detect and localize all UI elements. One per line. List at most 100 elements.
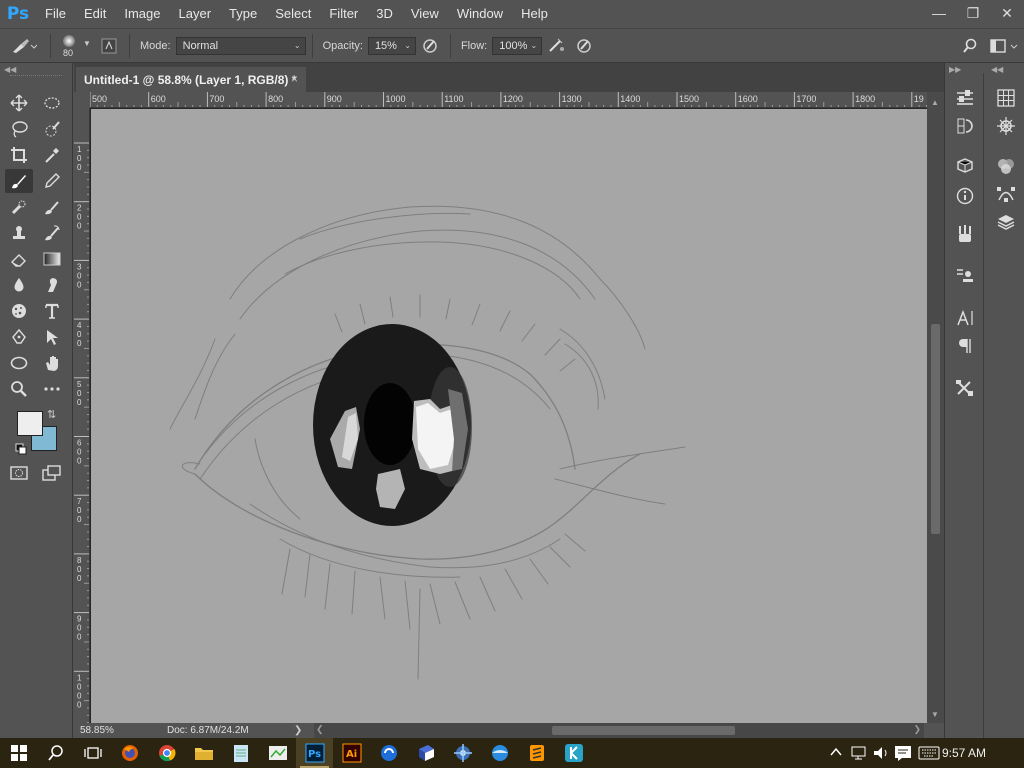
brush-size-picker[interactable]: 80 ▼ <box>57 31 95 61</box>
menu-filter[interactable]: Filter <box>320 0 367 28</box>
pressure-opacity-icon[interactable] <box>416 32 444 60</box>
default-colors-icon[interactable] <box>15 443 27 458</box>
brush-tool[interactable] <box>5 169 33 193</box>
menu-select[interactable]: Select <box>266 0 320 28</box>
layers-panel-button[interactable] <box>991 209 1021 235</box>
swatches-panel-button[interactable] <box>991 85 1021 111</box>
vertical-ruler[interactable]: 1002003004005006007008009001000 <box>74 108 90 723</box>
taskbar-app-globe[interactable] <box>481 738 518 768</box>
taskbar-notepad[interactable] <box>222 738 259 768</box>
start-button[interactable] <box>0 738 37 768</box>
history-brush-tool[interactable] <box>38 195 66 219</box>
restore-icon[interactable]: ❐ <box>956 0 990 26</box>
horizontal-ruler[interactable]: 500 600 700 800 900 1000 1100 1200 1300 1400 1500 1… <box>90 92 943 108</box>
volume-icon[interactable] <box>872 745 890 764</box>
ruler-origin[interactable] <box>74 92 90 108</box>
taskbar-app-sublime[interactable] <box>518 738 555 768</box>
scroll-down-icon[interactable]: ▼ <box>931 710 939 719</box>
taskbar-firefox[interactable] <box>111 738 148 768</box>
dodge-tool[interactable] <box>38 273 66 297</box>
eraser-tool[interactable] <box>5 247 33 271</box>
minimize-icon[interactable]: — <box>922 0 956 26</box>
path-selection-tool[interactable] <box>38 325 66 349</box>
properties-panel-button[interactable] <box>950 85 980 111</box>
3d-panel-button[interactable] <box>950 153 980 179</box>
gradient-tool[interactable] <box>38 247 66 271</box>
foreground-color-swatch[interactable] <box>17 411 43 436</box>
scroll-left-icon[interactable]: ❮ <box>316 724 324 735</box>
eyedropper-tool[interactable] <box>38 143 66 167</box>
opacity-field[interactable]: 15% ⌄ <box>367 36 416 55</box>
navigator-panel-button[interactable] <box>991 113 1021 139</box>
healing-tool[interactable] <box>5 195 33 219</box>
mode-dropdown[interactable]: Normal ⌄ <box>175 36 306 55</box>
taskbar-illustrator[interactable]: Ai <box>333 738 370 768</box>
pressure-size-icon[interactable] <box>570 32 598 60</box>
search-icon[interactable] <box>956 32 984 60</box>
close-icon[interactable]: ✕ <box>990 0 1024 26</box>
taskbar-app-book[interactable] <box>407 738 444 768</box>
screen-mode-tool[interactable] <box>38 461 66 485</box>
paragraph-panel-button[interactable] <box>950 333 980 359</box>
scroll-right-icon[interactable]: ❯ <box>913 724 921 735</box>
taskbar-paint[interactable] <box>259 738 296 768</box>
document-tab[interactable]: Untitled-1 @ 58.8% (Layer 1, RGB/8) * × <box>76 67 306 92</box>
zoom-tool[interactable] <box>5 377 33 401</box>
brush-settings-icon[interactable] <box>95 32 123 60</box>
sponge-tool[interactable] <box>5 299 33 323</box>
workspace-switcher-icon[interactable] <box>984 32 1024 60</box>
menu-type[interactable]: Type <box>220 0 266 28</box>
clone-source-panel-button[interactable] <box>950 263 980 289</box>
adjustments-panel-button[interactable] <box>950 113 980 139</box>
taskbar-photoshop[interactable]: Ps <box>296 738 333 768</box>
color-panel-button[interactable] <box>991 153 1021 179</box>
taskbar-app-k[interactable] <box>555 738 592 768</box>
menu-window[interactable]: Window <box>448 0 512 28</box>
quick-mask-tool[interactable] <box>5 461 33 485</box>
collapse-icon[interactable]: ◀◀ <box>4 65 16 74</box>
vertical-scrollbar[interactable]: ▲ ▼ <box>927 92 944 723</box>
crop-tool[interactable] <box>5 143 33 167</box>
pencil-tool[interactable] <box>38 169 66 193</box>
show-hidden-icons[interactable] <box>830 745 842 762</box>
keyboard-icon[interactable] <box>918 746 940 763</box>
status-menu-arrow[interactable]: ❯ <box>294 725 302 736</box>
scrollbar-thumb[interactable] <box>931 324 940 534</box>
lasso-tool[interactable] <box>5 117 33 141</box>
search-button[interactable] <box>37 738 74 768</box>
blur-tool[interactable] <box>5 273 33 297</box>
move-tool[interactable] <box>5 91 33 115</box>
scrollbar-thumb[interactable] <box>552 726 735 735</box>
menu-view[interactable]: View <box>402 0 448 28</box>
paths-panel-button[interactable] <box>991 181 1021 207</box>
taskbar-app-gear[interactable] <box>444 738 481 768</box>
taskbar-app-blue[interactable] <box>370 738 407 768</box>
quick-selection-tool[interactable] <box>38 117 66 141</box>
menu-help[interactable]: Help <box>512 0 557 28</box>
network-icon[interactable] <box>850 745 868 764</box>
zoom-level[interactable]: 58.85% <box>74 725 119 736</box>
menu-image[interactable]: Image <box>115 0 169 28</box>
info-panel-button[interactable] <box>950 183 980 209</box>
smudge-tool[interactable] <box>38 221 66 245</box>
canvas[interactable] <box>91 109 927 723</box>
airbrush-icon[interactable] <box>542 32 570 60</box>
horizontal-scrollbar[interactable]: ❮ ❯ <box>314 723 924 738</box>
brush-preset-icon[interactable] <box>0 31 44 61</box>
scroll-up-icon[interactable]: ▲ <box>931 98 939 107</box>
menu-3d[interactable]: 3D <box>367 0 402 28</box>
type-tool[interactable] <box>38 299 66 323</box>
character-panel-button[interactable] <box>950 305 980 331</box>
marquee-tool[interactable] <box>38 91 66 115</box>
menu-edit[interactable]: Edit <box>75 0 115 28</box>
close-tab-icon[interactable]: × <box>291 72 298 86</box>
brushes-panel-button[interactable] <box>950 221 980 247</box>
ellipse-tool[interactable] <box>5 351 33 375</box>
taskbar-clock[interactable]: 9:57 AM <box>942 738 986 768</box>
notification-icon[interactable] <box>894 745 912 764</box>
tool-presets-panel-button[interactable] <box>950 375 980 401</box>
taskbar-file-explorer[interactable] <box>185 738 222 768</box>
flow-field[interactable]: 100% ⌄ <box>492 36 543 55</box>
menu-layer[interactable]: Layer <box>170 0 221 28</box>
taskbar-chrome[interactable] <box>148 738 185 768</box>
